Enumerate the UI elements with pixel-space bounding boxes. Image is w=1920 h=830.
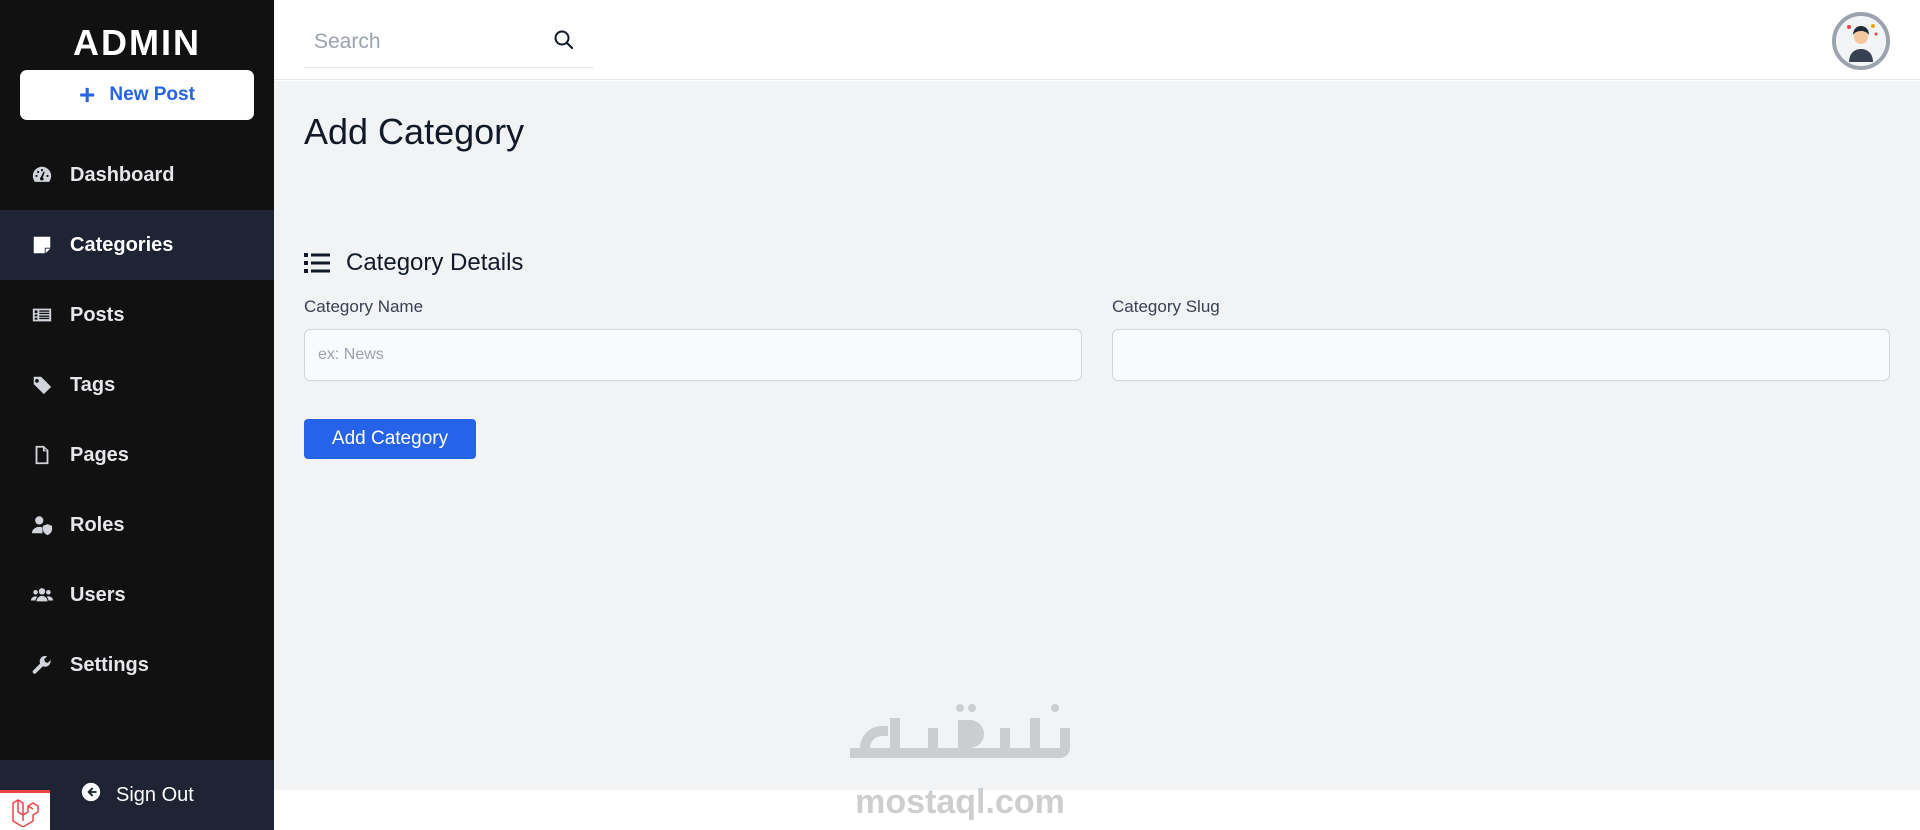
sidebar-nav: Dashboard Categories Posts Tags Pages Ro… bbox=[0, 140, 274, 700]
watermark-arabic bbox=[840, 700, 1080, 785]
sticky-note-icon bbox=[30, 233, 54, 257]
users-icon bbox=[30, 583, 54, 607]
sidebar-item-label: Tags bbox=[70, 373, 116, 396]
tag-icon bbox=[30, 373, 54, 397]
category-name-input[interactable] bbox=[304, 329, 1082, 381]
arrow-left-circle-icon bbox=[80, 781, 102, 809]
sidebar-item-pages[interactable]: Pages bbox=[0, 420, 274, 490]
sign-out-button[interactable]: Sign Out bbox=[80, 760, 194, 830]
sign-out-label: Sign Out bbox=[116, 783, 194, 806]
watermark-latin: mostaql.com bbox=[855, 783, 1065, 821]
sidebar-item-posts[interactable]: Posts bbox=[0, 280, 274, 350]
list-icon bbox=[304, 253, 330, 273]
laravel-logo-icon bbox=[0, 790, 50, 830]
gauge-icon bbox=[30, 163, 54, 187]
sidebar-item-users[interactable]: Users bbox=[0, 560, 274, 630]
sidebar-item-label: Pages bbox=[70, 443, 129, 466]
search-icon[interactable] bbox=[552, 28, 576, 52]
wrench-icon bbox=[30, 653, 54, 677]
sidebar-item-label: Categories bbox=[70, 233, 174, 256]
section-title: Category Details bbox=[346, 249, 524, 276]
sidebar-item-categories[interactable]: Categories bbox=[0, 210, 274, 280]
search-input[interactable] bbox=[304, 29, 544, 54]
new-post-button[interactable]: + New Post bbox=[20, 70, 254, 120]
user-shield-icon bbox=[30, 513, 54, 537]
sidebar-item-label: Users bbox=[70, 583, 126, 606]
sidebar-item-roles[interactable]: Roles bbox=[0, 490, 274, 560]
sidebar-item-tags[interactable]: Tags bbox=[0, 350, 274, 420]
new-post-label: New Post bbox=[109, 84, 195, 105]
plus-icon: + bbox=[79, 79, 96, 110]
list-card-icon bbox=[30, 303, 54, 327]
file-icon bbox=[30, 443, 54, 467]
category-slug-input[interactable] bbox=[1112, 329, 1890, 381]
topbar bbox=[274, 0, 1920, 80]
brand-logo: ADMIN bbox=[73, 22, 201, 63]
watermark-logo: mostaql.com bbox=[840, 700, 1080, 819]
sidebar-item-label: Roles bbox=[70, 513, 125, 536]
section-header: Category Details bbox=[304, 249, 523, 277]
add-category-button[interactable]: Add Category bbox=[304, 419, 476, 459]
sidebar-item-label: Dashboard bbox=[70, 163, 175, 186]
avatar[interactable] bbox=[1832, 12, 1890, 70]
sidebar-item-settings[interactable]: Settings bbox=[0, 630, 274, 700]
search-box bbox=[304, 16, 594, 68]
category-slug-label: Category Slug bbox=[1112, 297, 1220, 316]
page-title: Add Category bbox=[304, 111, 525, 152]
main-content: Add Category Category Details Category N… bbox=[274, 81, 1920, 790]
sidebar-item-label: Settings bbox=[70, 653, 149, 676]
sidebar: ADMIN + New Post Dashboard Categories Po… bbox=[0, 0, 274, 830]
category-slug-group: Category Slug bbox=[1112, 297, 1890, 381]
category-name-label: Category Name bbox=[304, 297, 424, 316]
sidebar-item-label: Posts bbox=[70, 303, 125, 326]
sidebar-item-dashboard[interactable]: Dashboard bbox=[0, 140, 274, 210]
category-name-group: Category Name bbox=[304, 297, 1082, 381]
